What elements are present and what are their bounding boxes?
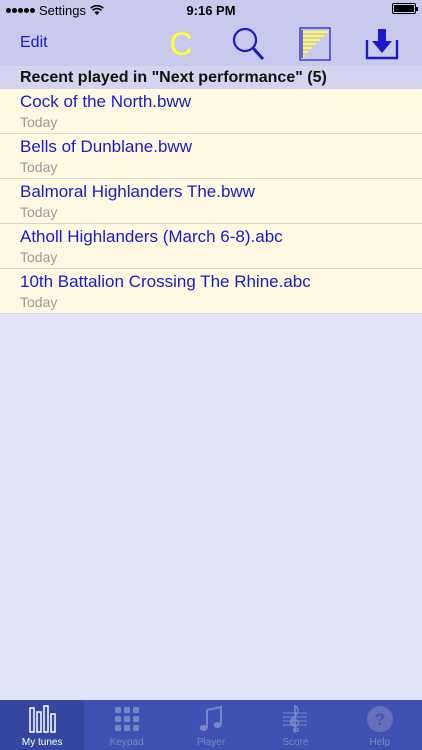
section-header: Recent played in "Next performance" (5): [0, 66, 422, 89]
music-note-icon: [199, 705, 223, 731]
list-item[interactable]: Atholl Highlanders (March 6-8).abc Today: [0, 224, 422, 269]
tab-player[interactable]: Player: [169, 700, 253, 750]
list-item[interactable]: Cock of the North.bww Today: [0, 89, 422, 134]
tune-list: Cock of the North.bww Today Bells of Dun…: [0, 89, 422, 314]
tab-label: My tunes: [21, 737, 63, 748]
tab-score[interactable]: Score: [253, 700, 337, 750]
tab-keypad[interactable]: Keypad: [84, 700, 168, 750]
search-icon[interactable]: [230, 26, 266, 62]
nav-bar: Edit C: [0, 22, 422, 66]
download-icon[interactable]: [364, 26, 400, 62]
c-button[interactable]: C: [163, 26, 199, 62]
tune-title: Balmoral Highlanders The.bww: [20, 182, 255, 201]
tune-title: Cock of the North.bww: [20, 92, 192, 111]
pipes-icon: [29, 705, 56, 733]
list-item[interactable]: 10th Battalion Crossing The Rhine.abc To…: [0, 269, 422, 314]
tune-title: Atholl Highlanders (March 6-8).abc: [20, 227, 283, 246]
sort-icon[interactable]: [297, 26, 333, 62]
tune-date: Today: [20, 204, 58, 220]
battery-icon: [392, 3, 418, 14]
tune-date: Today: [20, 249, 58, 265]
status-time: 9:16 PM: [186, 3, 236, 18]
tab-label: Help: [369, 737, 391, 748]
tab-bar: My tunes Keypad Player Score ? Help: [0, 700, 422, 750]
list-item[interactable]: Bells of Dunblane.bww Today: [0, 134, 422, 179]
c-button-label: C: [169, 26, 192, 62]
status-bar: Settings 9:16 PM: [0, 0, 422, 22]
tune-title: 10th Battalion Crossing The Rhine.abc: [20, 272, 311, 291]
tune-title: Bells of Dunblane.bww: [20, 137, 192, 156]
edit-button[interactable]: Edit: [20, 34, 48, 52]
help-icon: ?: [366, 706, 393, 732]
tune-date: Today: [20, 159, 58, 175]
tab-label: Keypad: [109, 737, 144, 748]
status-right: [392, 3, 418, 14]
tab-my-tunes[interactable]: My tunes: [0, 700, 85, 750]
list-item[interactable]: Balmoral Highlanders The.bww Today: [0, 179, 422, 224]
treble-clef-icon: [283, 704, 308, 733]
tab-label: Score: [282, 737, 309, 748]
tab-help[interactable]: ? Help: [338, 700, 422, 750]
tune-date: Today: [20, 114, 58, 130]
tune-date: Today: [20, 294, 58, 310]
keypad-icon: [114, 707, 139, 731]
svg-text:?: ?: [375, 710, 385, 729]
tab-label: Player: [196, 737, 226, 748]
